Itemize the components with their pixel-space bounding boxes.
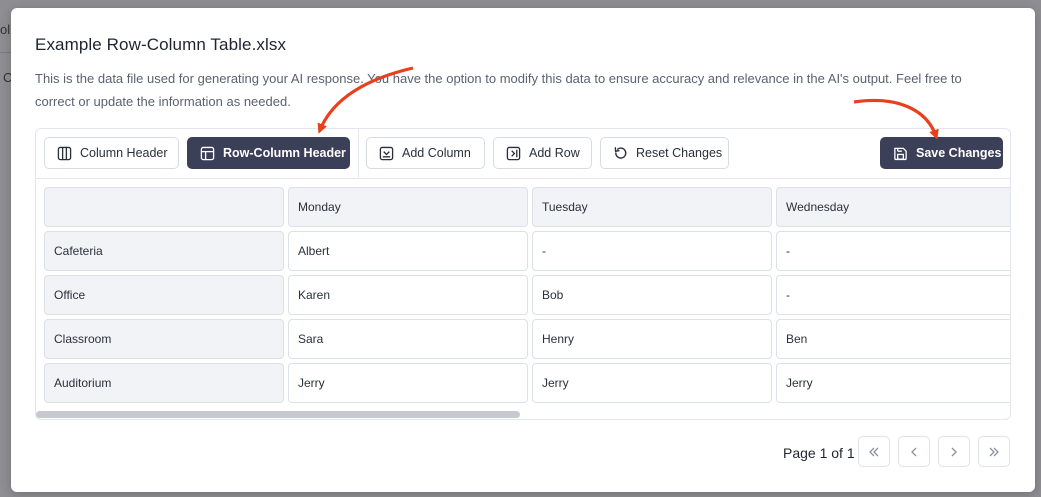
table-cell[interactable]: Henry [532,319,772,359]
row-column-header-button[interactable]: Row-Column Header [187,137,350,169]
previous-page-button[interactable] [898,436,930,467]
first-page-icon [869,447,879,456]
horizontal-scrollbar[interactable] [36,411,520,418]
save-changes-label: Save Changes [916,146,1002,160]
last-page-button[interactable] [978,436,1010,467]
column-header-button[interactable]: Column Header [44,137,179,169]
row-header-cell[interactable]: Office [44,275,284,315]
column-header-cell[interactable]: Monday [288,187,528,227]
table-cell[interactable]: Jerry [288,363,528,403]
add-column-button[interactable]: Add Column [366,137,485,169]
table-cell[interactable]: - [776,231,1010,271]
row-header-cell[interactable]: Classroom [44,319,284,359]
table-cell[interactable]: Karen [288,275,528,315]
table-layout-icon [200,146,215,160]
modal-title: Example Row-Column Table.xlsx [35,35,287,54]
table-cell[interactable]: Ben [776,319,1010,359]
table-grid: Monday Tuesday Wednesday Cafeteria Alber… [36,179,1010,419]
save-icon [894,147,907,160]
last-page-icon [989,447,999,456]
row-header-cell[interactable]: Auditorium [44,363,284,403]
column-header-label: Column Header [80,146,168,160]
column-header-cell[interactable]: Tuesday [532,187,772,227]
row-header-cell[interactable]: Cafeteria [44,231,284,271]
modal-description: This is the data file used for generatin… [35,71,962,109]
corner-header-cell[interactable] [44,187,284,227]
page-indicator: Page 1 of 1 [783,445,855,461]
table-toolbar: Column Header Row-Column Header Add Colu… [36,129,1010,179]
table-cell[interactable]: - [532,231,772,271]
table-cell[interactable]: - [776,275,1010,315]
reset-icon [614,146,627,159]
add-row-icon [506,146,521,160]
table-cell[interactable]: Jerry [776,363,1010,403]
save-changes-button[interactable]: Save Changes [880,137,1003,169]
prev-page-icon [911,447,917,456]
first-page-button[interactable] [858,436,890,467]
add-row-button[interactable]: Add Row [493,137,592,169]
table-editor: Column Header Row-Column Header Add Colu… [35,128,1011,420]
reset-changes-button[interactable]: Reset Changes [600,137,729,169]
add-column-label: Add Column [402,146,471,160]
data-file-modal: Example Row-Column Table.xlsx This is th… [11,8,1035,492]
column-header-cell[interactable]: Wednesday [776,187,1010,227]
row-column-header-label: Row-Column Header [223,146,346,160]
next-page-icon [951,447,957,456]
toolbar-divider [358,129,359,179]
table-cell[interactable]: Bob [532,275,772,315]
table-columns-icon [57,146,72,160]
add-column-icon [379,146,394,160]
add-row-label: Add Row [529,146,580,160]
table-cell[interactable]: Jerry [532,363,772,403]
table-cell[interactable]: Albert [288,231,528,271]
reset-changes-label: Reset Changes [636,146,723,160]
table-cell[interactable]: Sara [288,319,528,359]
next-page-button[interactable] [938,436,970,467]
